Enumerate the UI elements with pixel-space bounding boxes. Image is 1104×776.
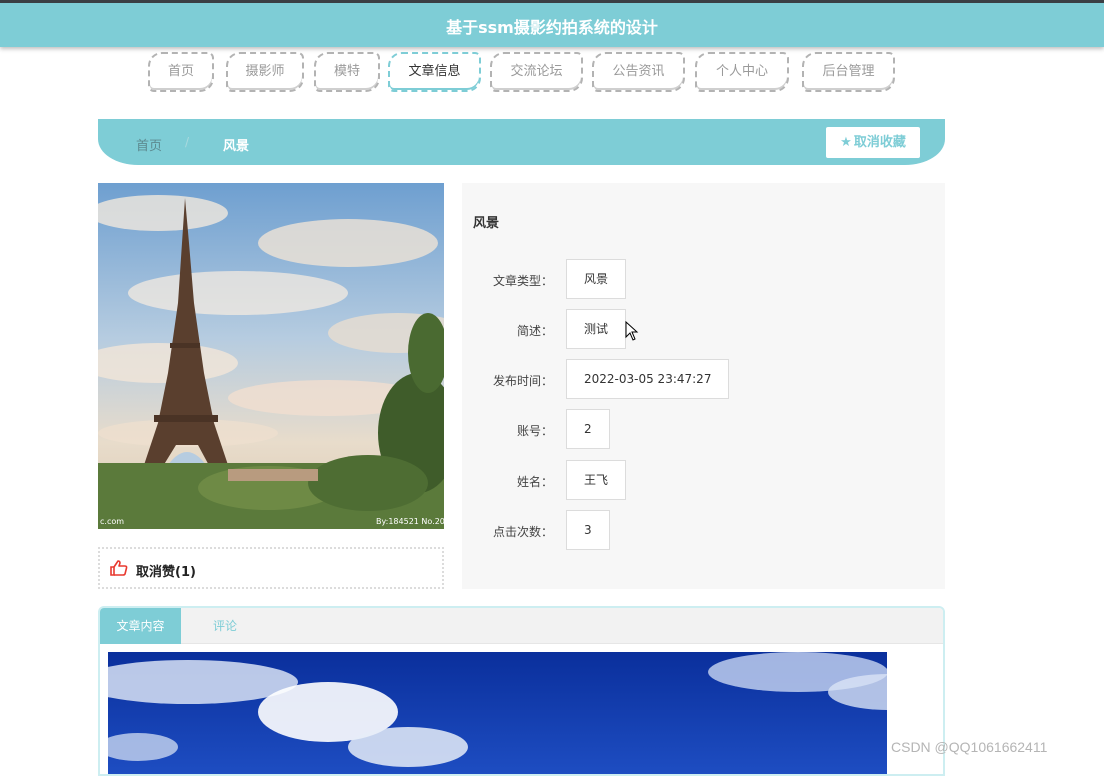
- field-row-click-count: 点击次数： 3: [462, 510, 945, 550]
- photo-caption-right: By:184521 No.20: [376, 517, 444, 526]
- field-label-summary: 简述：: [516, 324, 553, 338]
- main-nav: 首页 摄影师 模特 文章信息 交流论坛 公告资讯 个人中心 后台管理: [146, 52, 906, 94]
- breadcrumb-bar: 首页 / 风景 ★ 取消收藏: [98, 119, 945, 165]
- nav-item-photographer[interactable]: 摄影师: [226, 52, 304, 92]
- breadcrumb-current: 风景: [223, 139, 250, 154]
- nav-item-announcements[interactable]: 公告资讯: [592, 52, 685, 92]
- field-row-name: 姓名： 王飞: [462, 460, 945, 500]
- nav-item-admin[interactable]: 后台管理: [802, 52, 895, 92]
- article-title: 风景: [473, 216, 500, 231]
- field-row-summary: 简述： 测试: [462, 309, 945, 349]
- site-title: 基于ssm摄影约拍系统的设计: [446, 18, 658, 37]
- like-label: 取消赞(1): [136, 565, 196, 580]
- field-label-account: 账号：: [516, 424, 553, 438]
- nav-item-model[interactable]: 模特: [314, 52, 380, 92]
- tab-comments[interactable]: 评论: [200, 608, 250, 644]
- field-label-publish-time: 发布时间：: [492, 374, 553, 388]
- like-toggle[interactable]: 取消赞(1): [98, 547, 444, 589]
- article-info-panel: 风景 文章类型： 风景 简述： 测试 发布时间： 2022-03-05 23:4…: [462, 183, 945, 589]
- photo-caption-left: c.com: [100, 517, 124, 526]
- field-value-account: 2: [566, 409, 610, 449]
- nav-item-home[interactable]: 首页: [148, 52, 214, 92]
- field-value-summary: 测试: [566, 309, 627, 349]
- field-label-click-count: 点击次数：: [492, 525, 553, 539]
- cancel-favorite-button[interactable]: ★ 取消收藏: [826, 127, 920, 158]
- breadcrumb-home-link[interactable]: 首页: [136, 135, 162, 154]
- mouse-cursor-icon: [625, 321, 639, 341]
- field-row-type: 文章类型： 风景: [462, 259, 945, 299]
- field-row-account: 账号： 2: [462, 409, 945, 449]
- thumbs-up-icon: [110, 560, 128, 576]
- breadcrumb-separator: /: [185, 135, 190, 149]
- article-cover-image: c.com By:184521 No.20: [98, 183, 444, 529]
- field-label-type: 文章类型：: [492, 274, 553, 288]
- tab-article-content[interactable]: 文章内容: [100, 608, 181, 644]
- field-value-publish-time: 2022-03-05 23:47:27: [566, 359, 730, 399]
- field-row-publish-time: 发布时间： 2022-03-05 23:47:27: [462, 359, 945, 399]
- nav-item-personal-center[interactable]: 个人中心: [695, 52, 789, 92]
- cancel-favorite-label: 取消收藏: [853, 135, 906, 150]
- top-header: 基于ssm摄影约拍系统的设计: [0, 0, 1104, 47]
- nav-item-articles[interactable]: 文章信息: [388, 52, 481, 92]
- field-value-click-count: 3: [566, 510, 610, 550]
- tab-header: 文章内容 评论: [100, 608, 943, 644]
- field-value-name: 王飞: [566, 460, 627, 500]
- nav-item-forum[interactable]: 交流论坛: [490, 52, 583, 92]
- star-icon: ★: [840, 135, 852, 150]
- field-value-type: 风景: [566, 259, 627, 299]
- csdn-watermark: CSDN @QQ1061662411: [891, 739, 1048, 755]
- field-label-name: 姓名：: [516, 475, 553, 489]
- article-content-image: [108, 652, 887, 774]
- article-tabs-panel: 文章内容 评论: [98, 606, 945, 776]
